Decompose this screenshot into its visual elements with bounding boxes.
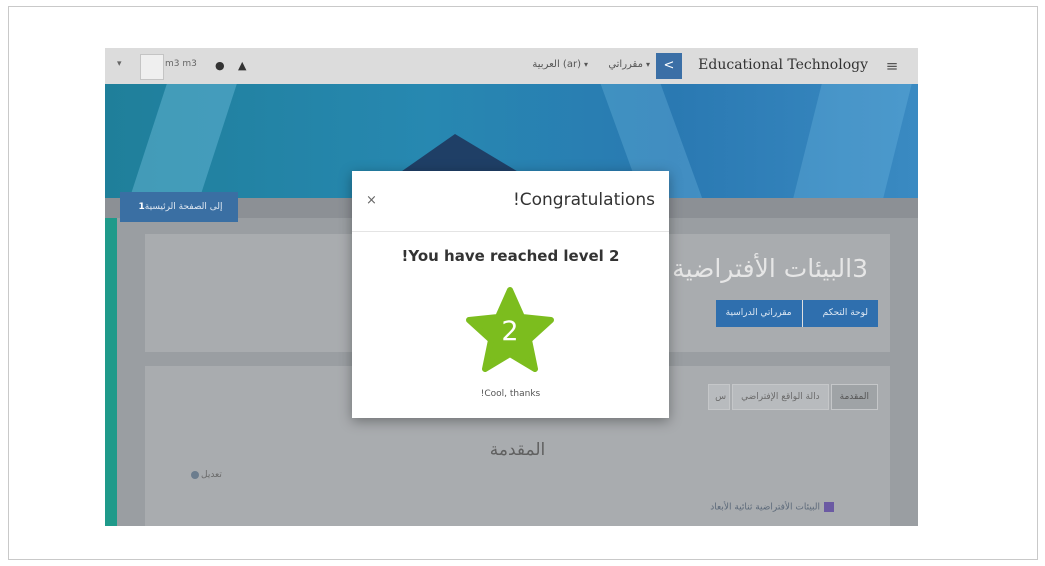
level-badge: 2 <box>465 287 555 373</box>
user-name[interactable]: m3 m3 <box>165 59 197 69</box>
bell-icon[interactable]: ▲ <box>238 59 246 72</box>
activity-link-label: البيئات الأفتراضية ثنائية الأبعاد <box>710 502 820 513</box>
breadcrumb: لوحة التحكم مقرراتي الدراسية <box>715 300 878 327</box>
dialog-header: × !Congratulations <box>352 171 669 232</box>
back-to-home-button[interactable]: إلى الصفحة الرئيسية1 <box>120 192 238 222</box>
user-menu-caret[interactable]: ▾ <box>117 59 122 69</box>
courses-dropdown[interactable]: مقرراتي ▾ <box>608 59 650 70</box>
section-title: المقدمة <box>489 440 546 460</box>
language-dropdown[interactable]: العربية (ar) ▾ <box>532 59 588 70</box>
edit-link[interactable]: تعديل <box>191 470 222 480</box>
breadcrumb-item-dashboard[interactable]: لوحة التحكم <box>812 300 878 327</box>
dismiss-link[interactable]: !Cool, thanks <box>352 389 669 399</box>
activity-link[interactable]: البيئات الأفتراضية ثنائية الأبعاد <box>710 502 834 513</box>
level-up-dialog: × !Congratulations !You have reached lev… <box>352 171 669 418</box>
close-icon[interactable]: × <box>366 193 377 208</box>
course-title: 3البيئات الأفتراضية <box>672 254 868 283</box>
dialog-title: !Congratulations <box>512 190 655 210</box>
courses-dropdown-label: مقرراتي <box>608 59 643 70</box>
share-icon[interactable]: < <box>656 53 682 79</box>
left-accent-strip <box>105 218 117 526</box>
chevron-down-icon: ▾ <box>645 60 650 69</box>
back-button-label: إلى الصفحة الرئيسية <box>144 202 223 212</box>
tab-introduction[interactable]: المقدمة <box>830 384 878 410</box>
hamburger-icon[interactable]: ≡ <box>882 57 902 75</box>
breadcrumb-separator <box>801 300 813 327</box>
chevron-down-icon: ▾ <box>583 60 588 69</box>
site-name[interactable]: Educational Technology <box>698 57 868 73</box>
breadcrumb-item-my-courses[interactable]: مقرراتي الدراسية <box>715 300 802 327</box>
tab-next[interactable]: س <box>708 384 731 410</box>
level-reached-heading: !You have reached level 2 <box>401 247 620 265</box>
section-tabs: المقدمة دالة الواقع الإفتراضي س <box>706 384 878 410</box>
language-dropdown-label: العربية (ar) <box>532 59 581 70</box>
edit-link-label: تعديل <box>201 470 222 480</box>
avatar[interactable] <box>140 54 164 80</box>
activity-icon <box>824 502 834 512</box>
edit-icon <box>191 470 199 479</box>
top-navbar: ▾ m3 m3 ● ▲ العربية (ar) ▾ مقرراتي ▾ < Edu… <box>105 48 918 84</box>
tab-virtual-reality[interactable]: دالة الواقع الإفتراضي <box>732 384 829 410</box>
level-number: 2 <box>501 316 519 347</box>
chat-icon[interactable]: ● <box>215 59 225 72</box>
